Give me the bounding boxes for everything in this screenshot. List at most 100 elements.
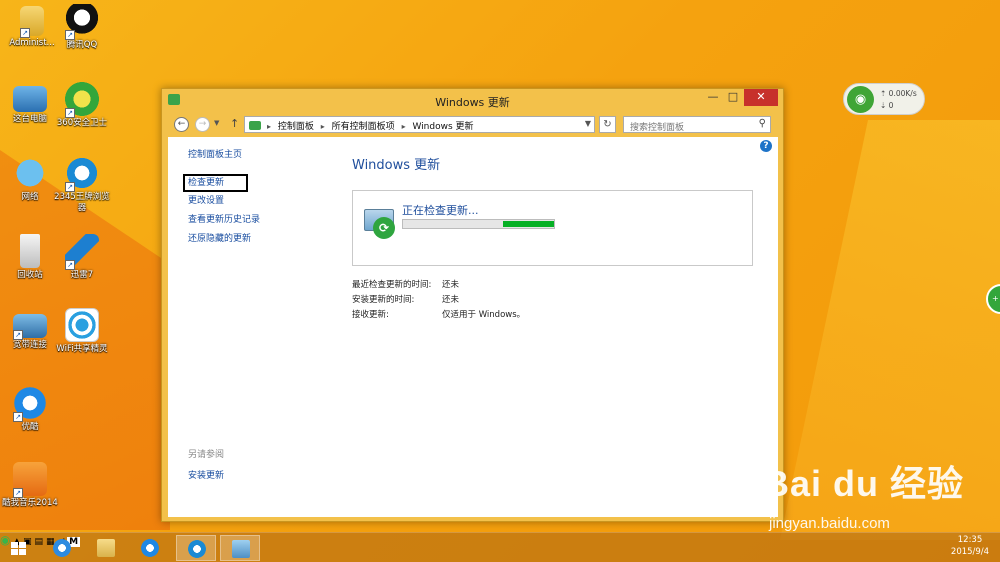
recycle-bin-icon (20, 234, 40, 268)
desktop-icon-label: WiFi共享精灵 (56, 344, 108, 354)
desktop-icon-label: Administ... (9, 38, 55, 48)
maximize-button[interactable]: □ (723, 89, 743, 106)
desktop-icon-recycle-bin[interactable]: 回收站 (0, 234, 60, 281)
windows-logo-icon (11, 542, 27, 556)
download-speed: ⇣ 0 (880, 101, 894, 110)
upload-speed: ⇡ 0.00K/s (880, 89, 917, 98)
content-pane: ? 控制面板主页 检查更新 更改设置 查看更新历史记录 还原隐藏的更新 另请参阅… (168, 137, 778, 517)
desktop-icon-network[interactable]: 网络 (0, 156, 60, 203)
desktop-icon-360[interactable]: ↗ 360安全卫士 (52, 82, 112, 129)
download-speed-value: 0 (888, 101, 894, 110)
taskbar-ie[interactable] (42, 535, 82, 561)
breadcrumb-separator: ▸ (320, 122, 325, 131)
clock-date: 2015/9/4 (950, 547, 990, 557)
desktop-icon-wifi-share[interactable]: WiFi共享精灵 (52, 308, 112, 355)
wifi-share-icon (65, 308, 99, 342)
user-folder-icon: ↗ (20, 6, 44, 38)
install-updates-link[interactable]: 安装更新 (188, 468, 224, 481)
info-value: 仅适用于 Windows。 (442, 310, 526, 320)
breadcrumb-item[interactable]: 控制面板 (278, 122, 314, 132)
desktop-icon-label: 迅雷7 (70, 270, 94, 280)
page-title: Windows 更新 (352, 158, 441, 173)
see-also-section: 另请参阅 安装更新 (188, 447, 224, 481)
taskbar-2345-browser[interactable] (176, 535, 216, 561)
browser-e-icon (188, 540, 206, 558)
address-dropdown[interactable]: ▼ (585, 119, 591, 128)
taskbar-youku[interactable] (130, 535, 170, 561)
breadcrumb-item[interactable]: 所有控制面板项 (332, 122, 395, 132)
update-status-panel: ⟳ 正在检查更新... (352, 190, 753, 266)
breadcrumb-item[interactable]: Windows 更新 (412, 122, 473, 132)
taskbar-explorer[interactable] (86, 535, 126, 561)
info-key: 安装更新的时间: (352, 295, 415, 305)
kuwo-music-icon: ↗ (13, 462, 47, 498)
qq-penguin-icon: ↗ (65, 4, 99, 40)
see-also-label: 另请参阅 (188, 450, 225, 460)
back-button[interactable]: ← (174, 117, 189, 132)
desktop-icon-label: 酷我音乐2014 (2, 498, 58, 508)
network-globe-icon (13, 156, 47, 190)
clock-time: 12:35 (957, 535, 983, 545)
sidebar-item-update-history[interactable]: 查看更新历史记录 (188, 214, 338, 226)
progress-bar (402, 219, 555, 229)
sidebar-item-change-settings[interactable]: 更改设置 (188, 195, 338, 207)
search-placeholder: 搜索控制面板 (630, 123, 685, 133)
folder-icon (97, 539, 115, 557)
sidebar-item-home[interactable]: 控制面板主页 (188, 149, 338, 161)
desktop-icon-youku[interactable]: ↗ 优酷 (0, 386, 60, 433)
sidebar: 控制面板主页 检查更新 更改设置 查看更新历史记录 还原隐藏的更新 (183, 149, 338, 252)
help-icon[interactable]: ? (760, 140, 772, 152)
progress-fill (502, 221, 554, 227)
thunder-bird-icon: ↗ (65, 234, 99, 270)
breadcrumb-separator: ▸ (267, 122, 272, 131)
info-value: 还未 (442, 280, 460, 290)
broadband-computer-icon: ↗ (13, 314, 47, 340)
control-panel-icon (232, 540, 250, 558)
taskbar-control-panel[interactable] (220, 535, 260, 561)
ie-icon (53, 539, 71, 557)
window-title: Windows 更新 (435, 96, 510, 109)
breadcrumb: ▸ 控制面板 ▸ 所有控制面板项 ▸ Windows 更新 (267, 119, 478, 132)
desktop-icon-label: 这台电脑 (12, 114, 47, 124)
360-shield-icon: ↗ (65, 82, 99, 118)
desktop-icon-this-pc[interactable]: 这台电脑 (0, 82, 60, 125)
sidebar-item-restore-hidden[interactable]: 还原隐藏的更新 (188, 233, 338, 245)
control-panel-icon (249, 121, 261, 130)
desktop-icon-label: 360安全卫士 (56, 118, 108, 128)
desktop-icon-label: 网络 (21, 192, 39, 202)
browser-e-icon: ↗ (65, 156, 99, 192)
refresh-button[interactable]: ↻ (599, 116, 616, 133)
up-button[interactable]: ↑ (230, 117, 239, 130)
youku-play-icon: ↗ (13, 386, 47, 422)
youku-play-icon (141, 539, 159, 557)
network-speed-widget[interactable]: ◉ ⇡ 0.00K/s ⇣ 0 (843, 83, 925, 115)
desktop-icon-2345-browser[interactable]: ↗ 2345王牌浏览器 (52, 156, 112, 214)
desktop-icon-label: 宽带连接 (12, 340, 47, 350)
upload-speed-value: 0.00K/s (888, 89, 917, 98)
watermark-url: jingyan.baidu.com (769, 515, 890, 532)
desktop-icon-qq[interactable]: ↗ 腾讯QQ (52, 4, 112, 51)
address-bar[interactable]: ▸ 控制面板 ▸ 所有控制面板项 ▸ Windows 更新 ▼ (244, 116, 595, 133)
computer-icon (13, 86, 47, 112)
desktop-icon-xunlei[interactable]: ↗ 迅雷7 (52, 234, 112, 281)
taskbar: ◉ ▲ ▣ ▤ ▦ ◀ M (0, 532, 1000, 562)
status-message: 正在检查更新... (402, 204, 479, 217)
recent-locations-dropdown[interactable]: ▼ (214, 119, 219, 127)
minimize-button[interactable]: — (703, 89, 723, 106)
breadcrumb-separator: ▸ (401, 122, 406, 131)
title-bar[interactable]: Windows 更新 — □ ✕ (162, 89, 783, 111)
search-icon[interactable]: ⚲ (759, 118, 766, 129)
desktop-icon-kuwo[interactable]: ↗ 酷我音乐2014 (0, 462, 60, 509)
address-toolbar: ← → ▼ ↑ ▸ 控制面板 ▸ 所有控制面板项 ▸ Windows 更新 ▼ … (168, 113, 778, 135)
wifi-icon: ◉ (847, 86, 874, 113)
watermark-brand: Bai du 经验 (763, 463, 965, 504)
close-button[interactable]: ✕ (744, 89, 778, 106)
start-button[interactable] (0, 535, 40, 561)
search-input[interactable]: 搜索控制面板 ⚲ (623, 116, 771, 133)
info-key: 接收更新: (352, 310, 389, 320)
update-arrows-icon: ⟳ (373, 217, 395, 239)
sidebar-item-check-updates[interactable]: 检查更新 (183, 174, 248, 192)
taskbar-clock[interactable]: 12:35 2015/9/4 (944, 534, 996, 558)
desktop-icon-broadband[interactable]: ↗ 宽带连接 (0, 308, 60, 351)
forward-button[interactable]: → (195, 117, 210, 132)
